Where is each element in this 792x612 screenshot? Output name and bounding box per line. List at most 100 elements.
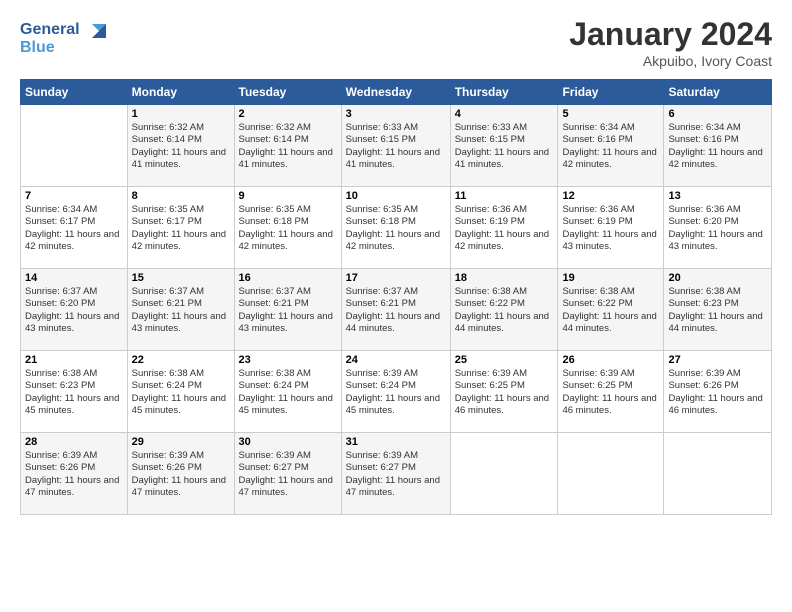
cell-date-number: 31: [346, 436, 446, 448]
cell-info: Sunrise: 6:34 AMSunset: 6:17 PMDaylight:…: [25, 204, 123, 253]
calendar-cell: 14 Sunrise: 6:37 AMSunset: 6:20 PMDayligh…: [21, 269, 128, 351]
cell-info: Sunrise: 6:38 AMSunset: 6:22 PMDaylight:…: [562, 286, 659, 335]
calendar-cell: 2 Sunrise: 6:32 AMSunset: 6:14 PMDaylight…: [234, 105, 341, 187]
day-header-tuesday: Tuesday: [234, 80, 341, 105]
calendar-cell: 9 Sunrise: 6:35 AMSunset: 6:18 PMDaylight…: [234, 187, 341, 269]
calendar-cell: 27Sunrise: 6:39 AMSunset: 6:26 PMDayligh…: [664, 351, 772, 433]
calendar-cell: [21, 105, 128, 187]
cell-info: Sunrise: 6:38 AMSunset: 6:24 PMDaylight:…: [239, 368, 337, 417]
cell-date-number: 3: [346, 108, 446, 120]
calendar-cell: 22 Sunrise: 6:38 AMSunset: 6:24 PMDayligh…: [127, 351, 234, 433]
cell-info: Sunrise: 6:32 AMSunset: 6:14 PMDaylight:…: [132, 122, 230, 171]
calendar-week-5: 28Sunrise: 6:39 AMSunset: 6:26 PMDayligh…: [21, 433, 772, 515]
cell-date-number: 17: [346, 272, 446, 284]
cell-info: Sunrise: 6:39 AMSunset: 6:26 PMDaylight:…: [25, 450, 123, 499]
calendar-cell: 19 Sunrise: 6:38 AMSunset: 6:22 PMDayligh…: [558, 269, 664, 351]
calendar-cell: 12 Sunrise: 6:36 AMSunset: 6:19 PMDayligh…: [558, 187, 664, 269]
calendar-cell: 3 Sunrise: 6:33 AMSunset: 6:15 PMDaylight…: [341, 105, 450, 187]
cell-date-number: 23: [239, 354, 337, 366]
location-subtitle: Akpuibo, Ivory Coast: [569, 53, 772, 69]
cell-info: Sunrise: 6:39 AMSunset: 6:27 PMDaylight:…: [346, 450, 446, 499]
month-title: January 2024: [569, 16, 772, 53]
cell-date-number: 6: [668, 108, 767, 120]
calendar-week-2: 7Sunrise: 6:34 AMSunset: 6:17 PMDaylight…: [21, 187, 772, 269]
cell-info: Sunrise: 6:33 AMSunset: 6:15 PMDaylight:…: [346, 122, 446, 171]
calendar-table: SundayMondayTuesdayWednesdayThursdayFrid…: [20, 79, 772, 515]
header: General Blue January 2024 Akpuibo, Ivory…: [20, 16, 772, 69]
logo: General Blue: [20, 16, 110, 63]
cell-date-number: 19: [562, 272, 659, 284]
calendar-cell: 29 Sunrise: 6:39 AMSunset: 6:26 PMDayligh…: [127, 433, 234, 515]
cell-date-number: 1: [132, 108, 230, 120]
calendar-cell: 5Sunrise: 6:34 AMSunset: 6:16 PMDaylight…: [558, 105, 664, 187]
calendar-cell: 1 Sunrise: 6:32 AMSunset: 6:14 PMDaylight…: [127, 105, 234, 187]
cell-date-number: 27: [668, 354, 767, 366]
calendar-header-row: SundayMondayTuesdayWednesdayThursdayFrid…: [21, 80, 772, 105]
calendar-cell: 8 Sunrise: 6:35 AMSunset: 6:17 PMDaylight…: [127, 187, 234, 269]
day-header-monday: Monday: [127, 80, 234, 105]
cell-date-number: 20: [668, 272, 767, 284]
calendar-cell: 7Sunrise: 6:34 AMSunset: 6:17 PMDaylight…: [21, 187, 128, 269]
calendar-cell: [664, 433, 772, 515]
calendar-cell: 28Sunrise: 6:39 AMSunset: 6:26 PMDayligh…: [21, 433, 128, 515]
cell-date-number: 21: [25, 354, 123, 366]
cell-date-number: 9: [239, 190, 337, 202]
cell-info: Sunrise: 6:35 AMSunset: 6:18 PMDaylight:…: [239, 204, 337, 253]
page: General Blue January 2024 Akpuibo, Ivory…: [0, 0, 792, 612]
cell-info: Sunrise: 6:37 AMSunset: 6:21 PMDaylight:…: [239, 286, 337, 335]
cell-date-number: 13: [668, 190, 767, 202]
cell-info: Sunrise: 6:36 AMSunset: 6:19 PMDaylight:…: [562, 204, 659, 253]
cell-info: Sunrise: 6:34 AMSunset: 6:16 PMDaylight:…: [562, 122, 659, 171]
calendar-cell: 6 Sunrise: 6:34 AMSunset: 6:16 PMDaylight…: [664, 105, 772, 187]
cell-info: Sunrise: 6:35 AMSunset: 6:17 PMDaylight:…: [132, 204, 230, 253]
cell-info: Sunrise: 6:39 AMSunset: 6:26 PMDaylight:…: [132, 450, 230, 499]
calendar-cell: 15Sunrise: 6:37 AMSunset: 6:21 PMDayligh…: [127, 269, 234, 351]
cell-date-number: 10: [346, 190, 446, 202]
cell-date-number: 11: [455, 190, 554, 202]
calendar-cell: 4Sunrise: 6:33 AMSunset: 6:15 PMDaylight…: [450, 105, 558, 187]
svg-text:Blue: Blue: [20, 39, 55, 56]
cell-date-number: 29: [132, 436, 230, 448]
calendar-cell: [450, 433, 558, 515]
calendar-cell: 18 Sunrise: 6:38 AMSunset: 6:22 PMDayligh…: [450, 269, 558, 351]
cell-date-number: 2: [239, 108, 337, 120]
cell-info: Sunrise: 6:38 AMSunset: 6:24 PMDaylight:…: [132, 368, 230, 417]
logo-icon: General Blue: [20, 16, 110, 58]
cell-date-number: 18: [455, 272, 554, 284]
cell-date-number: 12: [562, 190, 659, 202]
calendar-cell: 20 Sunrise: 6:38 AMSunset: 6:23 PMDayligh…: [664, 269, 772, 351]
cell-date-number: 8: [132, 190, 230, 202]
cell-info: Sunrise: 6:35 AMSunset: 6:18 PMDaylight:…: [346, 204, 446, 253]
cell-date-number: 26: [562, 354, 659, 366]
cell-info: Sunrise: 6:38 AMSunset: 6:22 PMDaylight:…: [455, 286, 554, 335]
calendar-cell: 24Sunrise: 6:39 AMSunset: 6:24 PMDayligh…: [341, 351, 450, 433]
calendar-cell: 17 Sunrise: 6:37 AMSunset: 6:21 PMDayligh…: [341, 269, 450, 351]
calendar-cell: 23 Sunrise: 6:38 AMSunset: 6:24 PMDayligh…: [234, 351, 341, 433]
cell-info: Sunrise: 6:39 AMSunset: 6:25 PMDaylight:…: [455, 368, 554, 417]
calendar-cell: 10 Sunrise: 6:35 AMSunset: 6:18 PMDayligh…: [341, 187, 450, 269]
day-header-friday: Friday: [558, 80, 664, 105]
cell-info: Sunrise: 6:34 AMSunset: 6:16 PMDaylight:…: [668, 122, 767, 171]
cell-info: Sunrise: 6:37 AMSunset: 6:20 PMDaylight:…: [25, 286, 123, 335]
day-header-sunday: Sunday: [21, 80, 128, 105]
calendar-cell: [558, 433, 664, 515]
cell-date-number: 15: [132, 272, 230, 284]
calendar-cell: 30Sunrise: 6:39 AMSunset: 6:27 PMDayligh…: [234, 433, 341, 515]
cell-date-number: 16: [239, 272, 337, 284]
cell-info: Sunrise: 6:36 AMSunset: 6:19 PMDaylight:…: [455, 204, 554, 253]
day-header-thursday: Thursday: [450, 80, 558, 105]
cell-date-number: 22: [132, 354, 230, 366]
day-header-saturday: Saturday: [664, 80, 772, 105]
cell-date-number: 25: [455, 354, 554, 366]
calendar-week-3: 14 Sunrise: 6:37 AMSunset: 6:20 PMDayligh…: [21, 269, 772, 351]
cell-info: Sunrise: 6:37 AMSunset: 6:21 PMDaylight:…: [346, 286, 446, 335]
cell-info: Sunrise: 6:38 AMSunset: 6:23 PMDaylight:…: [25, 368, 123, 417]
calendar-cell: 31 Sunrise: 6:39 AMSunset: 6:27 PMDayligh…: [341, 433, 450, 515]
cell-date-number: 30: [239, 436, 337, 448]
cell-info: Sunrise: 6:38 AMSunset: 6:23 PMDaylight:…: [668, 286, 767, 335]
calendar-week-4: 21 Sunrise: 6:38 AMSunset: 6:23 PMDayligh…: [21, 351, 772, 433]
cell-info: Sunrise: 6:32 AMSunset: 6:14 PMDaylight:…: [239, 122, 337, 171]
calendar-cell: 13Sunrise: 6:36 AMSunset: 6:20 PMDayligh…: [664, 187, 772, 269]
cell-date-number: 14: [25, 272, 123, 284]
calendar-cell: 11 Sunrise: 6:36 AMSunset: 6:19 PMDayligh…: [450, 187, 558, 269]
